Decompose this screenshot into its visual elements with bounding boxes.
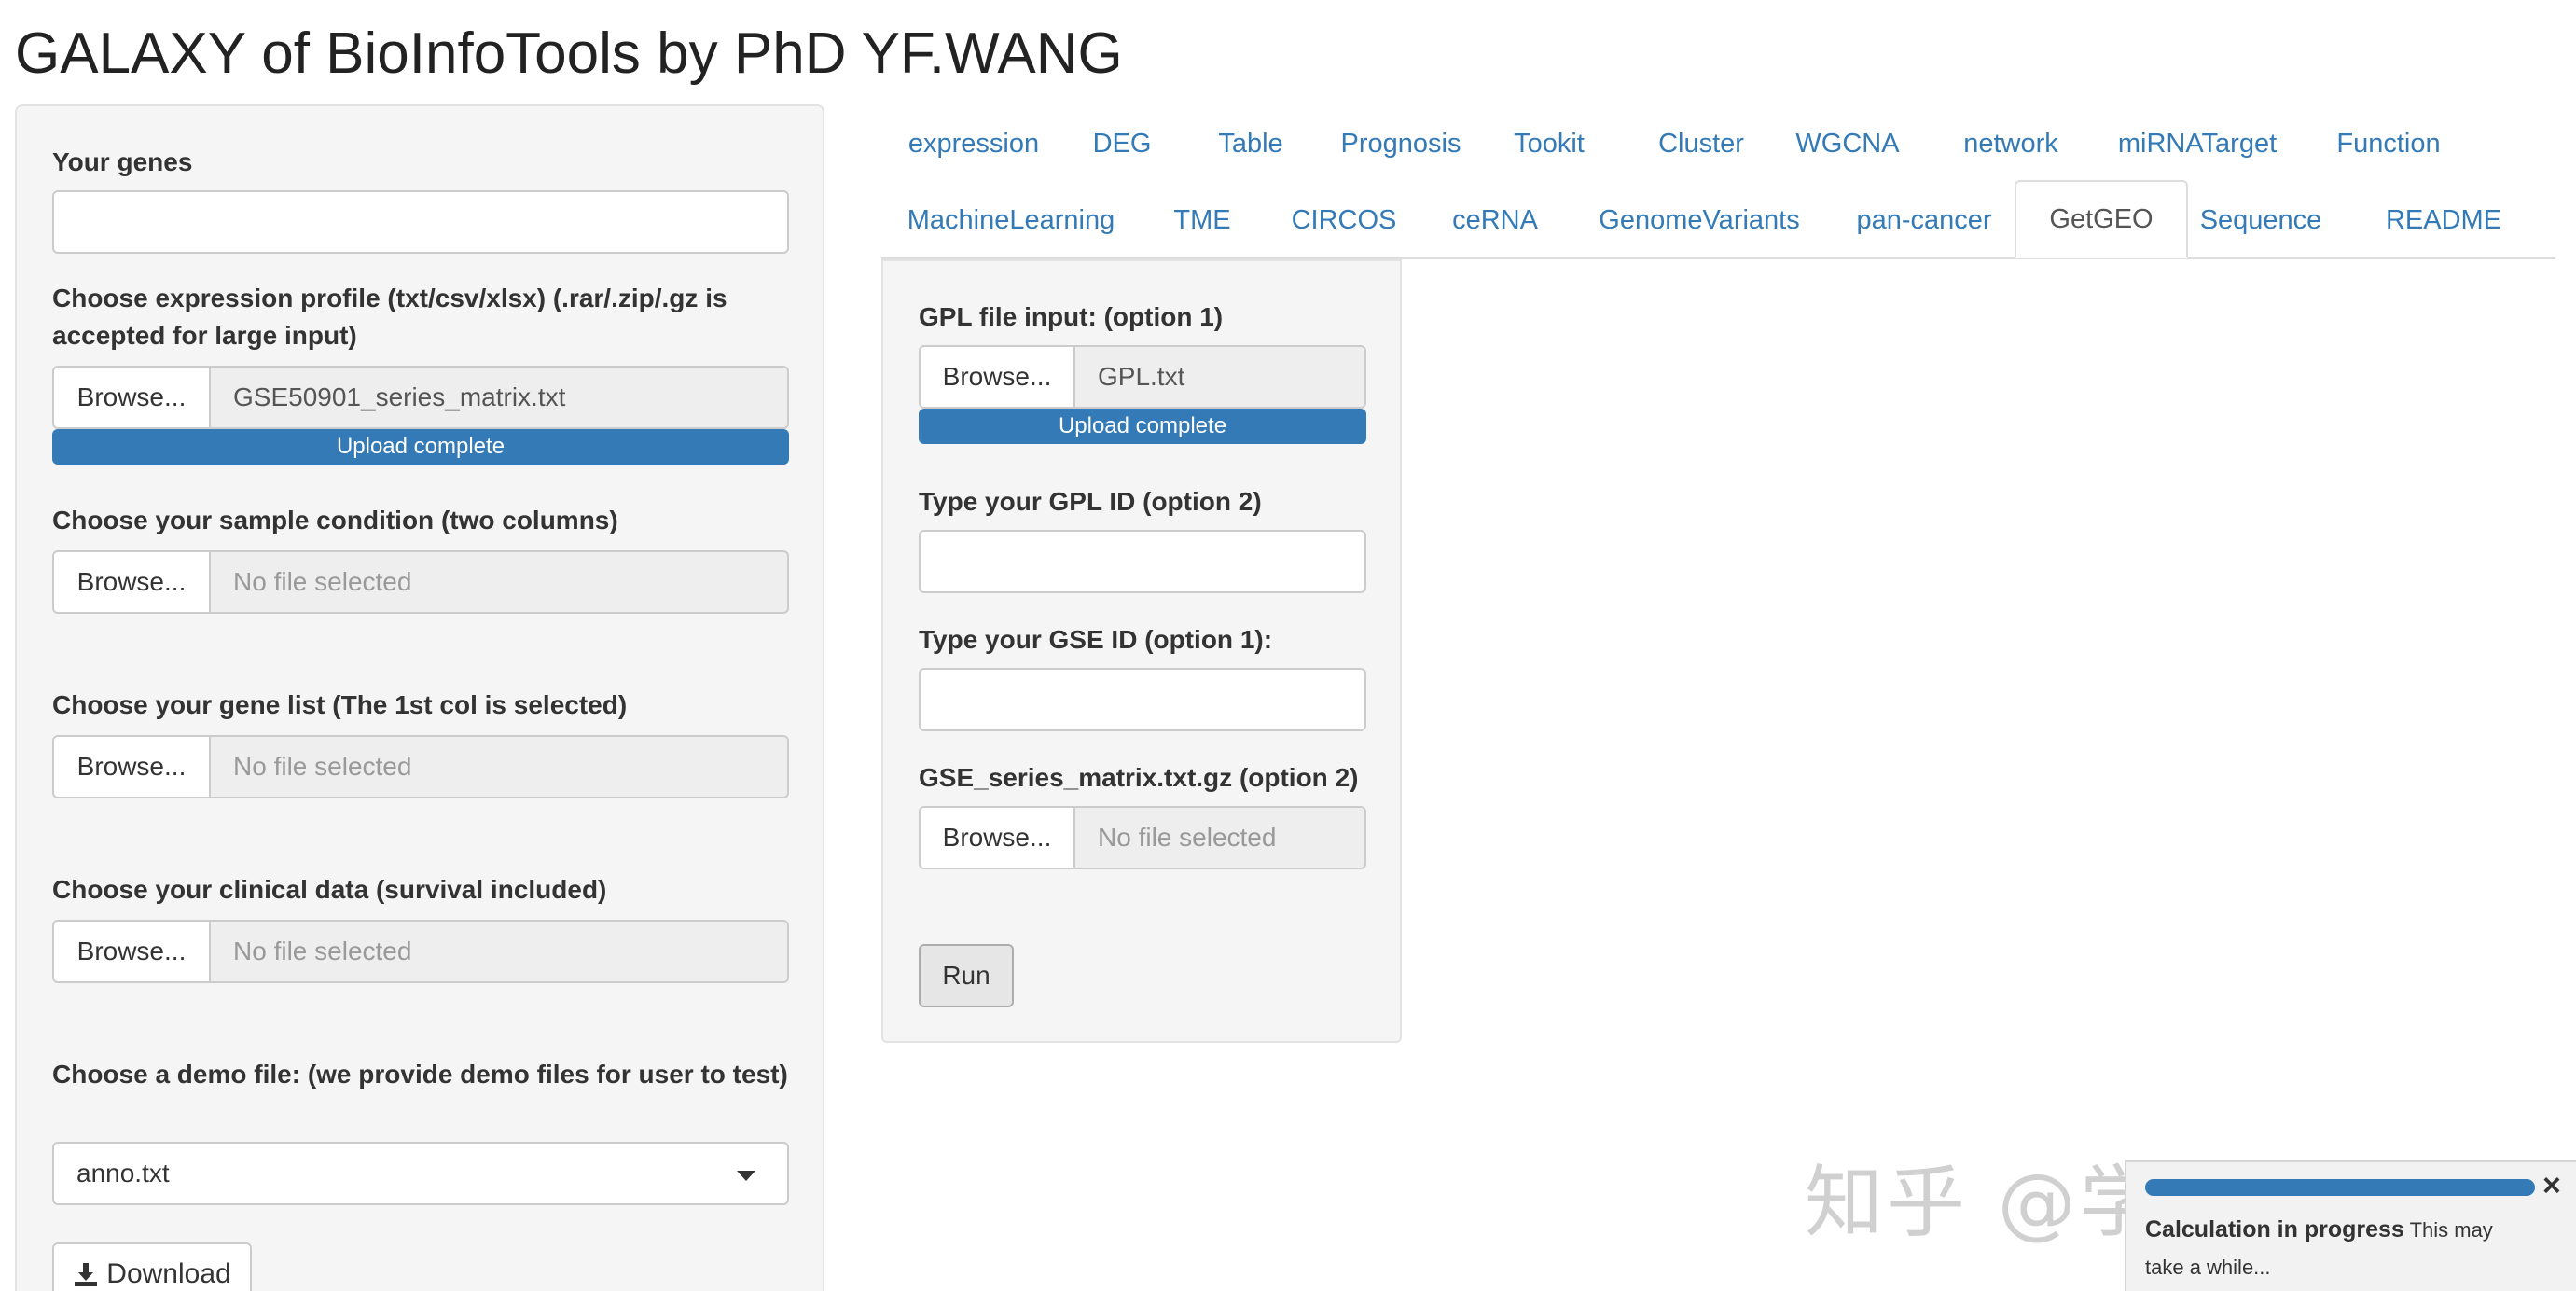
gene-list-file-name: No file selected: [211, 735, 789, 798]
sample-condition-browse-button[interactable]: Browse...: [52, 550, 211, 614]
gene-list-file-input[interactable]: Browse... No file selected: [52, 735, 789, 798]
sample-condition-file-name: No file selected: [211, 550, 789, 614]
tab-mirnatarget[interactable]: miRNATarget: [2104, 105, 2291, 182]
demo-file-select[interactable]: anno.txt: [52, 1142, 789, 1205]
tab-prognosis[interactable]: Prognosis: [1330, 105, 1472, 182]
genes-label: Your genes: [52, 147, 193, 176]
tab-machinelearning[interactable]: MachineLearning: [907, 182, 1115, 258]
gpl-upload-progress: Upload complete: [919, 409, 1366, 444]
expression-browse-button[interactable]: Browse...: [52, 366, 211, 429]
tab-pan-cancer[interactable]: pan-cancer: [1839, 182, 2009, 258]
clinical-data-file-name: No file selected: [211, 920, 789, 983]
getgeo-panel: GPL file input: (option 1) Browse... GPL…: [881, 259, 1402, 1043]
gpl-browse-button[interactable]: Browse...: [919, 345, 1075, 409]
gse-id-label: Type your GSE ID (option 1):: [919, 625, 1273, 654]
tab-expression[interactable]: expression: [908, 105, 1039, 182]
tab-wgcna[interactable]: WGCNA: [1785, 105, 1910, 182]
sample-condition-label: Choose your sample condition (two column…: [52, 506, 618, 534]
clinical-data-file-input[interactable]: Browse... No file selected: [52, 920, 789, 983]
notification-progress-bar: [2145, 1179, 2535, 1196]
tab-function[interactable]: Function: [2320, 105, 2457, 182]
tab-circos[interactable]: CIRCOS: [1285, 182, 1403, 258]
tab-cerna[interactable]: ceRNA: [1446, 182, 1544, 258]
genes-input[interactable]: [52, 190, 789, 254]
tab-cluster[interactable]: Cluster: [1643, 105, 1759, 182]
clinical-data-label: Choose your clinical data (survival incl…: [52, 875, 607, 904]
tab-table[interactable]: Table: [1209, 105, 1293, 182]
caret-down-icon: [737, 1171, 755, 1181]
tab-getgeo[interactable]: GetGEO: [2015, 180, 2188, 258]
sidebar-panel: Your genes Choose expression profile (tx…: [15, 104, 824, 1291]
gpl-file-name: GPL.txt: [1075, 345, 1366, 409]
gpl-id-input[interactable]: [919, 530, 1366, 593]
expression-file-input[interactable]: Browse... GSE50901_series_matrix.txt: [52, 366, 789, 429]
page-title: GALAXY of BioInfoTools by PhD YF.WANG: [15, 21, 1123, 86]
sample-condition-file-input[interactable]: Browse... No file selected: [52, 550, 789, 614]
tab-deg[interactable]: DEG: [1085, 105, 1159, 182]
tab-sequence[interactable]: Sequence: [2197, 182, 2324, 258]
demo-file-label: Choose a demo file: (we provide demo fil…: [52, 1060, 788, 1089]
notification-text: Calculation in progress This may take a …: [2145, 1211, 2537, 1286]
tab-tookit[interactable]: Tookit: [1503, 105, 1595, 182]
gse-matrix-label: GSE_series_matrix.txt.gz (option 2): [919, 763, 1359, 792]
gpl-id-label: Type your GPL ID (option 2): [919, 487, 1262, 516]
close-icon[interactable]: ×: [2542, 1168, 2561, 1204]
tab-genomevariants[interactable]: GenomeVariants: [1589, 182, 1809, 258]
gse-matrix-browse-button[interactable]: Browse...: [919, 806, 1075, 869]
progress-notification: × Calculation in progress This may take …: [2125, 1160, 2576, 1291]
run-button[interactable]: Run: [919, 944, 1014, 1007]
gse-matrix-file-name: No file selected: [1075, 806, 1366, 869]
demo-file-selected: anno.txt: [76, 1159, 170, 1187]
expression-upload-progress: Upload complete: [52, 429, 789, 465]
tab-tme[interactable]: TME: [1166, 182, 1239, 258]
expression-file-name: GSE50901_series_matrix.txt: [211, 366, 789, 429]
tab-readme[interactable]: README: [2376, 182, 2511, 258]
notification-title: Calculation in progress: [2145, 1216, 2404, 1242]
gpl-file-label: GPL file input: (option 1): [919, 302, 1224, 331]
gpl-file-input[interactable]: Browse... GPL.txt: [919, 345, 1366, 409]
gse-matrix-file-input[interactable]: Browse... No file selected: [919, 806, 1366, 869]
clinical-data-browse-button[interactable]: Browse...: [52, 920, 211, 983]
gse-id-input[interactable]: [919, 668, 1366, 731]
expression-profile-label: Choose expression profile (txt/csv/xlsx)…: [52, 284, 727, 350]
gene-list-browse-button[interactable]: Browse...: [52, 735, 211, 798]
download-button[interactable]: Download: [52, 1242, 252, 1291]
download-label: Download: [106, 1258, 231, 1289]
download-icon: [75, 1263, 98, 1286]
gene-list-label: Choose your gene list (The 1st col is se…: [52, 690, 628, 719]
tab-network[interactable]: network: [1946, 105, 2076, 182]
